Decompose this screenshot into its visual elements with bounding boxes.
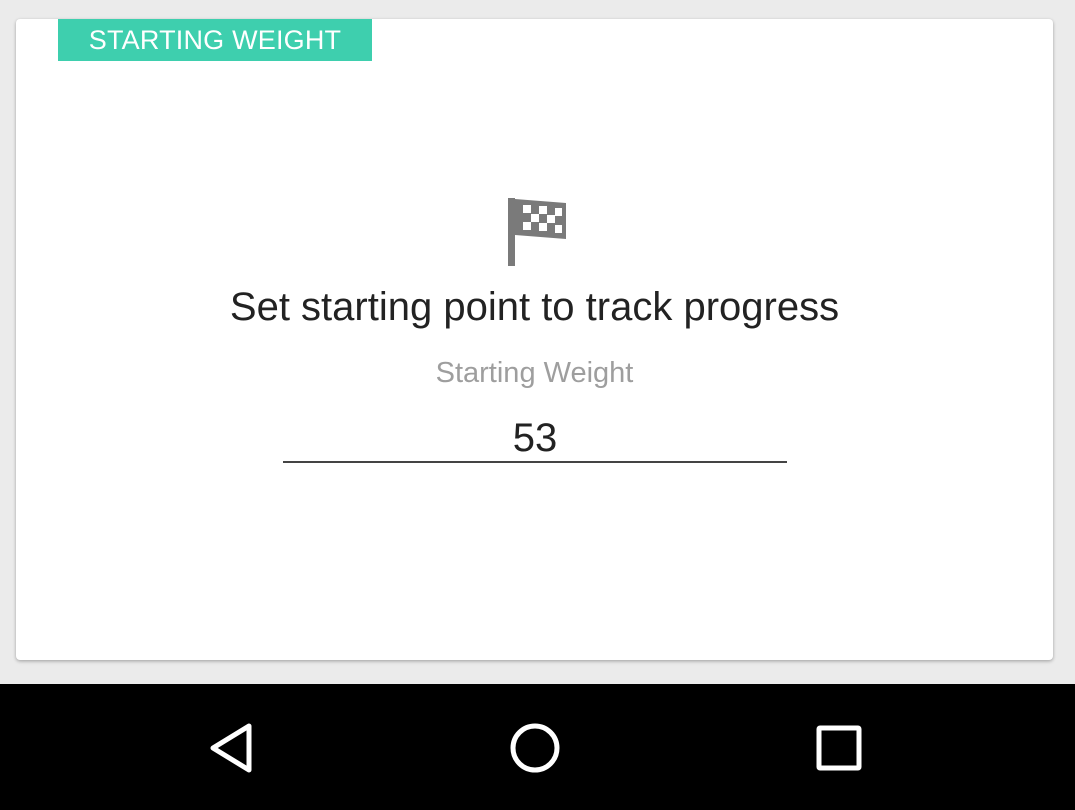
recents-square-icon [816,725,862,771]
home-button[interactable] [503,716,567,780]
starting-weight-input[interactable] [283,416,787,463]
home-circle-icon [510,723,560,773]
system-navigation-bar [0,684,1075,810]
back-triangle-icon [210,723,252,773]
recents-button[interactable] [807,716,871,780]
starting-weight-card: STARTING WEIGHT Set starting point to tr… [16,19,1053,660]
checkered-flag-icon [508,198,566,266]
section-badge: STARTING WEIGHT [58,19,372,61]
back-button[interactable] [201,716,265,780]
screen: STARTING WEIGHT Set starting point to tr… [0,0,1075,684]
starting-weight-label: Starting Weight [435,357,634,389]
headline: Set starting point to track progress [229,285,840,329]
